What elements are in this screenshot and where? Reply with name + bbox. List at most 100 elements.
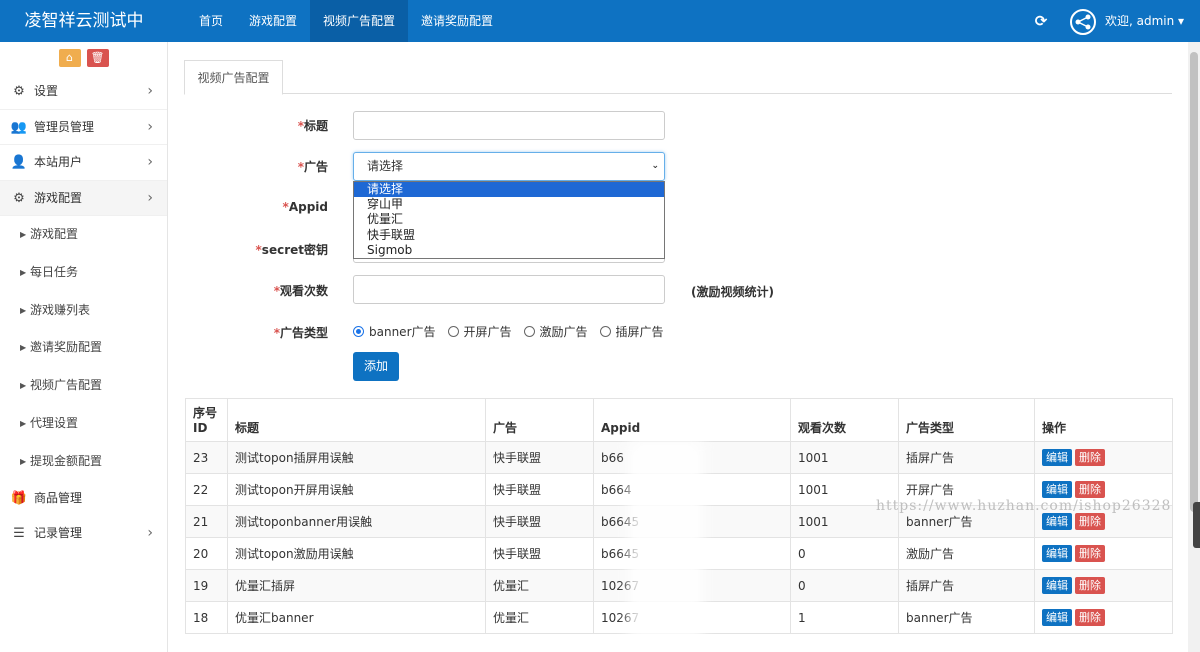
- sidebar-item-label: 管理员管理: [34, 119, 95, 134]
- ad-option[interactable]: 快手联盟: [354, 228, 664, 243]
- radio-splash[interactable]: 开屏广告: [447, 323, 512, 340]
- radio-icon[interactable]: [447, 325, 459, 337]
- ad-option[interactable]: 穿山甲: [354, 197, 664, 212]
- side-panel-handle[interactable]: [1193, 502, 1200, 548]
- sidebar-item-label: 商品管理: [34, 490, 83, 505]
- appid-label: *Appid: [282, 200, 328, 214]
- edit-button[interactable]: 编辑: [1042, 513, 1072, 530]
- main-nav: 首页 游戏配置 视频广告配置 邀请奖励配置: [186, 0, 506, 42]
- cell-type: 插屏广告: [898, 441, 1035, 474]
- blurred-region: [628, 440, 703, 640]
- sidebar-subitem-label: 每日任务: [30, 264, 79, 279]
- cell-ad: 优量汇: [485, 601, 594, 634]
- delete-button[interactable]: 删除: [1075, 513, 1105, 530]
- cell-title: 测试topon插屏用误触: [227, 441, 486, 474]
- tab-bar: 视频广告配置: [184, 60, 1172, 95]
- col-header-appid: Appid: [593, 398, 791, 442]
- ad-option[interactable]: Sigmob: [354, 243, 664, 258]
- cell-views: 0: [790, 569, 899, 602]
- app-title[interactable]: 凌智祥云测试中: [0, 0, 168, 42]
- sidebar-item-admins[interactable]: 👥 管理员管理 ›: [0, 110, 167, 145]
- delete-button[interactable]: 删除: [1075, 609, 1105, 626]
- scrollbar-thumb[interactable]: [1190, 52, 1198, 512]
- nav-game-config[interactable]: 游戏配置: [236, 0, 310, 42]
- sidebar-item-label: 记录管理: [34, 526, 83, 541]
- ad-option[interactable]: 优量汇: [354, 212, 664, 227]
- share-icon: [1075, 14, 1091, 30]
- edit-button[interactable]: 编辑: [1042, 545, 1072, 562]
- ad-label: *广告: [297, 160, 328, 174]
- sidebar-subitem-daily-tasks[interactable]: ▶ 每日任务: [0, 254, 167, 292]
- edit-button[interactable]: 编辑: [1042, 577, 1072, 594]
- nav-home[interactable]: 首页: [186, 0, 236, 42]
- edit-button[interactable]: 编辑: [1042, 449, 1072, 466]
- cell-actions: 编辑 删除: [1034, 601, 1173, 634]
- sidebar-subitem-agent-settings[interactable]: ▶ 代理设置: [0, 405, 167, 443]
- sidebar-subitem-label: 游戏配置: [30, 227, 79, 241]
- sidebar-item-goods[interactable]: 🎁 商品管理: [0, 481, 167, 517]
- chevron-right-icon: ›: [147, 154, 153, 170]
- title-label: *标题: [297, 119, 328, 133]
- cell-ad: 快手联盟: [485, 537, 594, 570]
- radio-reward[interactable]: 激励广告: [523, 323, 588, 340]
- col-header-type: 广告类型: [898, 398, 1035, 442]
- delete-button[interactable]: 删除: [1075, 449, 1105, 466]
- edit-button[interactable]: 编辑: [1042, 609, 1072, 626]
- title-input[interactable]: [353, 111, 665, 140]
- views-hint: (激励视频统计): [691, 285, 774, 299]
- user-menu[interactable]: 欢迎, admin ▾: [1105, 0, 1184, 42]
- nav-invite-reward-config[interactable]: 邀请奖励配置: [408, 0, 506, 42]
- refresh-icon[interactable]: ⟳: [1032, 12, 1050, 30]
- sidebar-item-site-users[interactable]: 👤 本站用户 ›: [0, 145, 167, 181]
- chevron-right-icon: ›: [147, 189, 153, 206]
- delete-button[interactable]: 删除: [1075, 577, 1105, 594]
- sidebar-subitem-label: 提现金额配置: [30, 453, 103, 468]
- cell-actions: 编辑 删除: [1034, 537, 1173, 570]
- cell-title: 测试topon开屏用误触: [227, 473, 486, 506]
- ad-select[interactable]: 请选择 ⌄: [353, 152, 665, 181]
- sidebar-subitem-video-ad[interactable]: ▶ 视频广告配置: [0, 367, 167, 405]
- sidebar-item-records[interactable]: ☰ 记录管理 ›: [0, 516, 167, 552]
- sidebar-subitem-game-earn-list[interactable]: ▶ 游戏赚列表: [0, 292, 167, 330]
- home-icon[interactable]: ⌂: [58, 49, 81, 67]
- sidebar-subitem-withdraw-amount[interactable]: ▶ 提现金额配置: [0, 443, 167, 481]
- chevron-down-icon: ⌄: [651, 161, 659, 171]
- sidebar-item-game-config[interactable]: ⚙ 游戏配置 ›: [0, 180, 167, 216]
- radio-checked-icon[interactable]: [353, 325, 364, 337]
- cell-id: 18: [185, 601, 228, 634]
- radio-interstitial[interactable]: 插屏广告: [599, 323, 664, 340]
- sidebar-subitem-invite-reward[interactable]: ▶ 邀请奖励配置: [0, 329, 167, 367]
- nav-video-ad-config[interactable]: 视频广告配置: [310, 0, 409, 42]
- tab-video-ad-config[interactable]: 视频广告配置: [184, 60, 283, 95]
- cell-ad: 快手联盟: [485, 505, 594, 538]
- ad-option[interactable]: 请选择: [354, 182, 664, 198]
- sidebar-item-settings[interactable]: ⚙ 设置 ›: [0, 74, 167, 110]
- page-scrollbar[interactable]: [1188, 42, 1200, 652]
- trash-icon[interactable]: 🗑: [86, 49, 109, 67]
- cell-views: 1001: [790, 441, 899, 474]
- delete-button[interactable]: 删除: [1075, 545, 1105, 562]
- col-header-ad: 广告: [485, 398, 594, 442]
- cell-actions: 编辑 删除: [1034, 441, 1173, 474]
- watermark: https://www.huzhan.com/ishop26328: [876, 498, 1172, 514]
- gears-icon: ⚙: [13, 84, 25, 99]
- radio-icon[interactable]: [523, 325, 535, 337]
- radio-banner[interactable]: banner广告: [353, 323, 436, 340]
- ad-select-dropdown[interactable]: 请选择 穿山甲 优量汇 快手联盟 Sigmob: [353, 181, 665, 259]
- cell-id: 22: [185, 473, 228, 506]
- cell-views: 1: [790, 601, 899, 634]
- avatar[interactable]: [1070, 9, 1096, 35]
- edit-button[interactable]: 编辑: [1042, 481, 1072, 498]
- cell-type: 激励广告: [898, 537, 1035, 570]
- sidebar-subitem-game-config[interactable]: ▶ 游戏配置: [0, 216, 167, 254]
- caret-right-icon: ▶: [20, 305, 27, 315]
- cell-ad: 快手联盟: [485, 441, 594, 474]
- delete-button[interactable]: 删除: [1075, 481, 1105, 498]
- views-input[interactable]: [353, 275, 665, 304]
- sidebar-item-label: 设置: [34, 84, 59, 98]
- sidebar-subitem-label: 邀请奖励配置: [30, 340, 103, 355]
- cell-ad: 优量汇: [485, 569, 594, 602]
- ad-select-value: 请选择: [367, 159, 404, 173]
- radio-icon[interactable]: [599, 325, 611, 337]
- add-button[interactable]: 添加: [353, 352, 399, 381]
